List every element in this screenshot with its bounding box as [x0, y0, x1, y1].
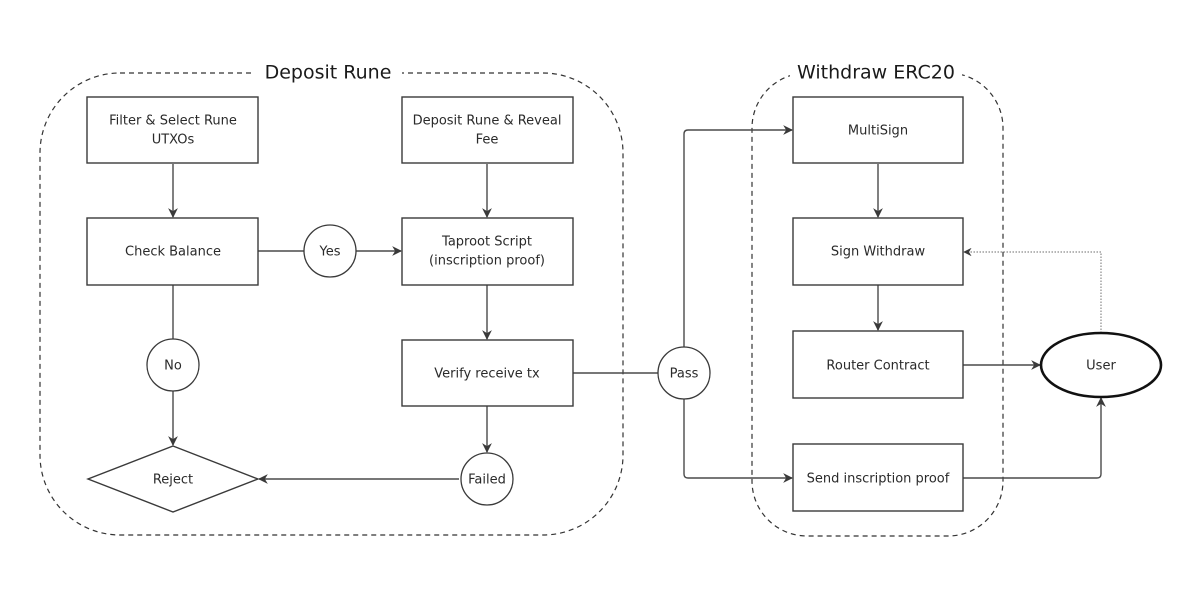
node-sign-withdraw[interactable]: Sign Withdraw: [792, 217, 964, 286]
node-router-contract-label: Router Contract: [826, 359, 929, 374]
node-taproot-label-line2: (inscription proof): [429, 254, 545, 269]
edge-send-proof-to-user: [963, 397, 1106, 479]
node-failed[interactable]: Failed: [460, 452, 514, 506]
node-filter-select-label-line2: UTXOs: [152, 133, 195, 148]
flow-diagram: Deposit Rune Withdraw ERC20 Filter & Sel…: [39, 60, 1163, 537]
group-withdraw-erc20-title: Withdraw ERC20: [797, 62, 955, 84]
edge-pass-to-multisign: [683, 125, 793, 347]
node-yes[interactable]: Yes: [303, 224, 357, 278]
node-multisign-label: MultiSign: [848, 124, 908, 139]
node-deposit-reveal-label-line1: Deposit Rune & Reveal: [413, 114, 562, 129]
node-deposit-reveal-label-line2: Fee: [476, 133, 499, 148]
node-user[interactable]: User: [1039, 331, 1163, 399]
node-pass[interactable]: Pass: [657, 346, 711, 400]
node-verify-receive-tx[interactable]: Verify receive tx: [401, 339, 574, 407]
node-pass-label: Pass: [670, 367, 699, 382]
node-reject[interactable]: Reject: [86, 445, 260, 513]
node-send-proof-label: Send inscription proof: [807, 472, 950, 487]
node-multisign[interactable]: MultiSign: [792, 96, 964, 164]
node-user-label: User: [1086, 359, 1116, 374]
node-taproot-label-line1: Taproot Script: [441, 235, 532, 250]
node-verify-receive-label: Verify receive tx: [434, 367, 540, 382]
node-no-label: No: [164, 359, 182, 374]
node-taproot-script[interactable]: Taproot Script (inscription proof): [401, 217, 574, 286]
edge-pass-to-send-proof: [683, 399, 793, 483]
edge-user-to-sign-withdraw: [963, 247, 1102, 333]
node-router-contract[interactable]: Router Contract: [792, 330, 964, 399]
node-reject-label: Reject: [153, 473, 193, 488]
node-deposit-rune-reveal-fee[interactable]: Deposit Rune & Reveal Fee: [401, 96, 574, 164]
edges: [168, 125, 1106, 484]
node-sign-withdraw-label: Sign Withdraw: [831, 245, 926, 260]
node-failed-label: Failed: [468, 473, 506, 488]
group-deposit-rune-title: Deposit Rune: [265, 62, 392, 84]
node-send-inscription-proof[interactable]: Send inscription proof: [792, 443, 964, 512]
node-check-balance-label: Check Balance: [125, 245, 221, 260]
node-check-balance[interactable]: Check Balance: [86, 217, 259, 286]
node-filter-select-rune-utxos[interactable]: Filter & Select Rune UTXOs: [86, 96, 259, 164]
node-yes-label: Yes: [319, 245, 341, 260]
node-filter-select-label-line1: Filter & Select Rune: [109, 114, 237, 129]
node-no[interactable]: No: [146, 338, 200, 392]
